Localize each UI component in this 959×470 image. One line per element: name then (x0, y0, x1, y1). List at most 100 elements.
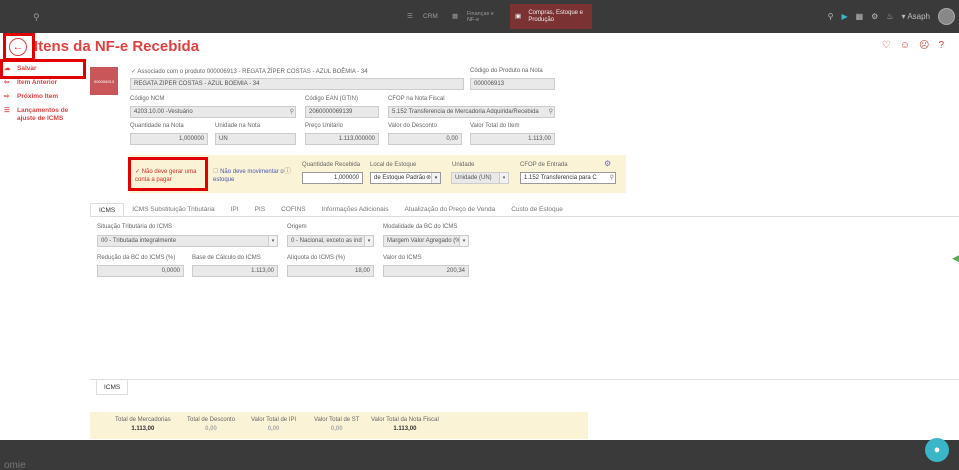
reducao-label: Redução da BC do ICMS (%) (97, 255, 176, 261)
total-ipi: Valor Total de IPI 0,00 (251, 417, 296, 432)
local-estoque-field[interactable]: de Estoque Padrão ⊗ ▾ (370, 172, 441, 184)
nav-finance[interactable]: ▦ Finanças e NF-e (452, 4, 504, 29)
frown-icon[interactable]: ☹ (919, 40, 929, 51)
quantity-field[interactable]: 1,000000 (130, 133, 208, 145)
search-icon[interactable]: ⚲ (290, 108, 294, 115)
valor-icms-label: Valor do ICMS (383, 255, 422, 261)
total-label: Total de Mercadorias (115, 417, 171, 423)
bottom-bar: omie (0, 440, 959, 470)
product-code-label: Código do Produto na Nota (470, 68, 543, 74)
total-mercadorias: Total de Mercadorias 1.113,00 (115, 417, 171, 432)
reducao-field[interactable]: 0,0000 (97, 265, 184, 277)
option-estoque-label: Não deve movimentar o estoque (213, 169, 284, 183)
tab-icms[interactable]: ICMS (90, 203, 125, 216)
tab-info-adicionais[interactable]: Informações Adicionais (314, 203, 397, 216)
chevron-down-icon[interactable]: ▾ (364, 236, 373, 246)
total-value: 1.113,00 (131, 426, 155, 432)
box-icon: ▣ (515, 12, 522, 20)
tab-ipi[interactable]: IPI (223, 203, 247, 216)
user-menu[interactable]: ▾ Asaph (902, 12, 930, 21)
total-label: Total de Desconto (187, 417, 236, 423)
price-field[interactable]: 1.113,000000 (305, 133, 379, 145)
tab-custo-estoque[interactable]: Custo de Estoque (503, 203, 571, 216)
avatar[interactable] (938, 8, 955, 25)
cfop-nota-field[interactable]: 5.152 Transferencia de Mercadoria Adquir… (388, 106, 555, 118)
search-icon[interactable]: ⚲ (548, 108, 553, 115)
local-estoque-value: de Estoque Padrão (374, 175, 426, 181)
ean-field[interactable]: 2060000069139 (305, 106, 379, 118)
discount-label: Valor do Desconto (388, 123, 437, 129)
option-estoque[interactable]: ☐ Não deve movimentar o estoque (213, 168, 291, 184)
cfop-entrada-field[interactable]: 1.152 Transferencia para C ⚲ (520, 172, 616, 184)
help-icon[interactable]: ? (938, 40, 944, 51)
qtd-recebida-field[interactable]: 1,000000 (302, 172, 363, 184)
chevron-down-icon[interactable]: ▾ (268, 236, 277, 246)
modalidade-select[interactable]: Margem Valor Agregado (%) ▾ (383, 235, 469, 247)
origem-select[interactable]: 0 - Nacional, exceto as ind ▾ (287, 235, 374, 247)
title-icons: ♡ ☺ ☹ ? (882, 40, 944, 51)
price-label: Preço Unitário (305, 123, 344, 129)
totals-bar: Total de Mercadorias 1.113,00 Total de D… (90, 412, 588, 439)
arrow-left-icon: ⇦ (4, 79, 10, 86)
expand-arrow-icon[interactable]: ◀ (952, 253, 959, 264)
gear-icon[interactable]: ⚙ (604, 159, 611, 168)
origem-value: 0 - Nacional, exceto as ind (291, 238, 362, 244)
nav-crm[interactable]: ☰ CRM (407, 4, 438, 29)
aliquota-field[interactable]: 18,00 (287, 265, 374, 277)
grid-icon[interactable]: ▦ (856, 12, 864, 21)
gear-icon[interactable]: ⚙ (871, 12, 878, 21)
bottom-tab-icms[interactable]: ICMS (96, 380, 129, 395)
highlight-save (0, 59, 86, 79)
base-field[interactable]: 1.113,00 (192, 265, 278, 277)
total-field[interactable]: 1.113,00 (470, 133, 555, 145)
top-bar: ⚲ ☰ CRM ▦ Finanças e NF-e ▣ Compras, Est… (0, 0, 959, 33)
product-code-field[interactable]: 000006913 (470, 78, 555, 90)
search-icon[interactable]: ⚲ (33, 12, 40, 23)
product-description-field[interactable]: REGATA ZIPER COSTAS - AZUL BOEMIA - 34 (130, 78, 464, 90)
nav-finance-label: Finanças e NF-e (466, 10, 494, 23)
ncm-field[interactable]: 4203.10.00 -Vestuário ⚲ (130, 106, 296, 118)
total-desconto: Total de Desconto 0,00 (187, 417, 235, 432)
bell-icon[interactable]: ♨ (886, 12, 893, 21)
cfop-nota-value: 5.152 Transferencia de Mercadoria Adquir… (392, 109, 539, 115)
top-right-area: ⚲ ▶ ▦ ⚙ ♨ ▾ Asaph (828, 0, 959, 33)
unidade-value: Unidade (UN) (455, 175, 492, 181)
chevron-down-icon[interactable]: ▾ (431, 173, 440, 183)
search-icon[interactable]: ⚲ (609, 174, 614, 181)
total-label: Valor Total de ST (314, 417, 360, 423)
ncm-label: Código NCM (130, 96, 165, 102)
unidade-select[interactable]: Unidade (UN) ▾ (451, 172, 509, 184)
ean-label: Código EAN (GTIN) (305, 96, 359, 102)
situacao-value: 00 - Tributada integralmente (101, 238, 177, 244)
chevron-down-icon[interactable]: ▾ (499, 173, 508, 183)
sidebar-item-label: Lançamentos de ajuste de ICMS (17, 107, 69, 122)
situacao-select[interactable]: 00 - Tributada integralmente ▾ (97, 235, 278, 247)
valor-icms-field[interactable]: 200,34 (383, 265, 469, 277)
chat-icon: ● (933, 444, 941, 456)
assoc-label: Associado com o produto 000006913 - REGA… (137, 69, 368, 75)
search-icon[interactable]: ⚲ (828, 12, 834, 21)
heart-icon[interactable]: ♡ (882, 40, 891, 51)
nav-compras[interactable]: ▣ Compras, Estoque e Produção (510, 4, 592, 29)
checkbox-icon: ☐ (213, 169, 219, 175)
tab-cofins[interactable]: COFINS (273, 203, 314, 216)
bottom-tabs: ICMS (90, 379, 959, 395)
chevron-down-icon[interactable]: ▾ (459, 236, 468, 246)
chat-button[interactable]: ● (925, 438, 949, 462)
arrow-right-icon: ⇨ (4, 93, 10, 100)
tab-pis[interactable]: PIS (247, 203, 273, 216)
cfop-nota-label: CFOP na Nota Fiscal (388, 96, 445, 102)
product-thumbnail: 000006913 (90, 67, 118, 95)
tab-preco-venda[interactable]: Atualização do Preço de Venda (396, 203, 503, 216)
cfop-entrada-label: CFOP de Entrada (520, 162, 568, 168)
discount-field[interactable]: 0,00 (388, 133, 462, 145)
sidebar-item-icms-adjust[interactable]: ☰ Lançamentos de ajuste de ICMS (0, 104, 84, 126)
user-name: Asaph (907, 12, 930, 21)
play-icon[interactable]: ▶ (841, 12, 847, 21)
nav-compras-label: Compras, Estoque e Produção (528, 9, 584, 23)
unit-field[interactable]: UN (215, 133, 296, 145)
info-icon[interactable]: ⓘ (284, 166, 291, 176)
sidebar-item-next[interactable]: ⇨ Próximo Item (0, 90, 84, 104)
tab-icms-st[interactable]: ICMS Substituição Tributária (124, 203, 222, 216)
smile-icon[interactable]: ☺ (900, 40, 910, 51)
